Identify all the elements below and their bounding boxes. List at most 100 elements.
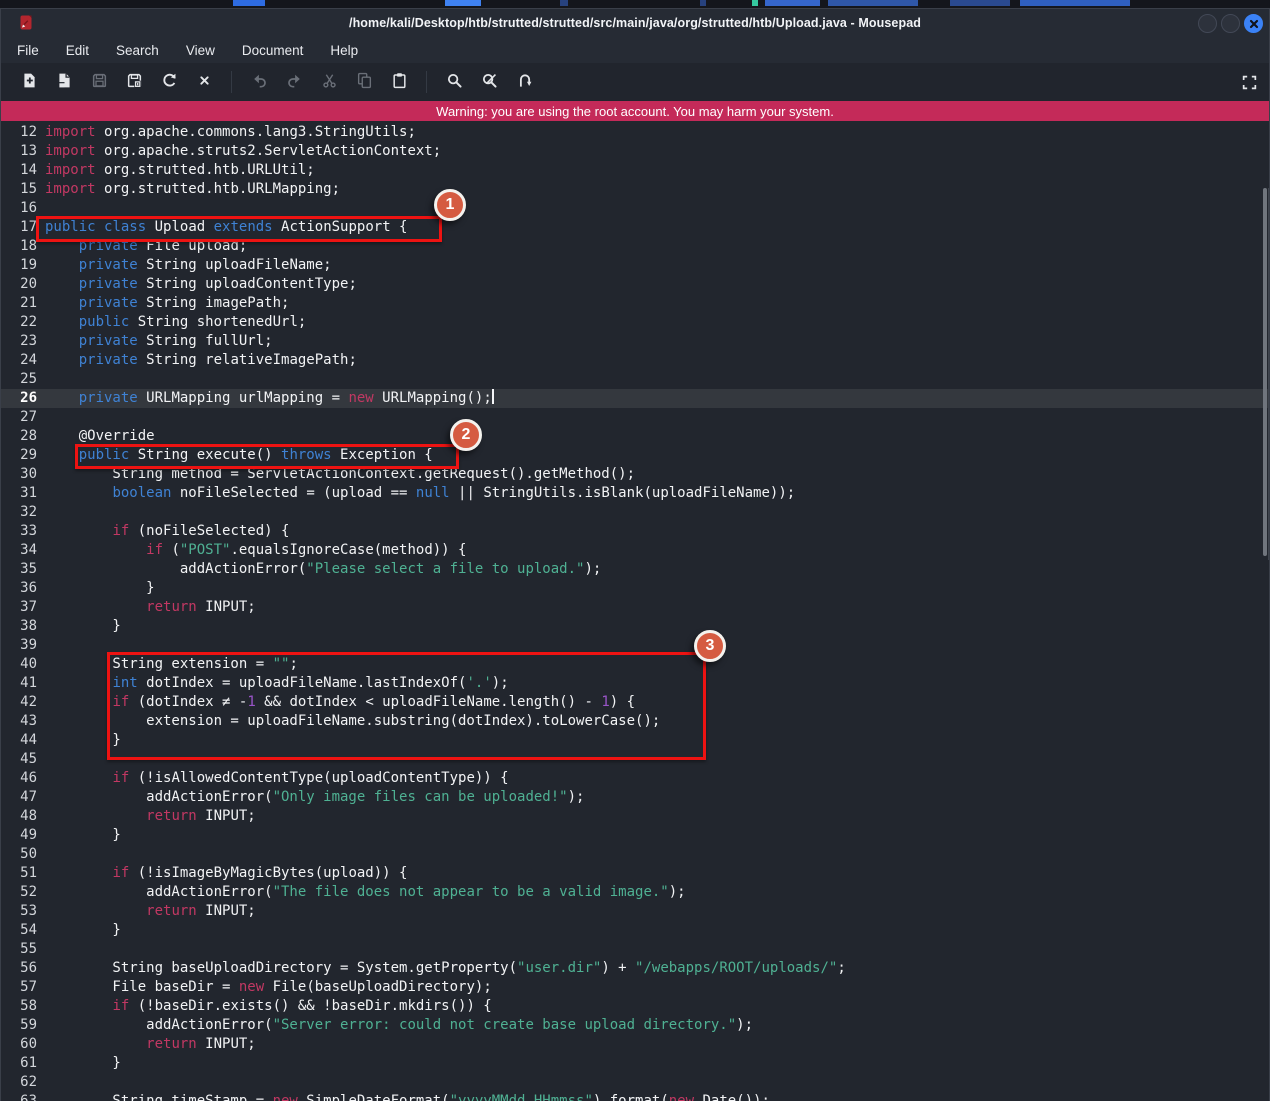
- maximize-button[interactable]: [1221, 14, 1240, 33]
- reload-icon: [161, 72, 178, 92]
- cut-button[interactable]: [318, 71, 340, 93]
- reload-button[interactable]: [158, 71, 180, 93]
- titlebar[interactable]: /home/kali/Desktop/htb/strutted/strutted…: [1, 9, 1269, 37]
- code-line-63: 63 String timeStamp = new SimpleDateForm…: [1, 1092, 1269, 1101]
- code-line-26: 26 private URLMapping urlMapping = new U…: [1, 389, 1269, 408]
- close-button[interactable]: [1244, 14, 1263, 33]
- line-number: 28: [1, 427, 37, 446]
- code-line-58: 58 if (!baseDir.exists() && !baseDir.mkd…: [1, 997, 1269, 1016]
- fullscreen-button[interactable]: [1238, 71, 1260, 93]
- code-line-49: 49 }: [1, 826, 1269, 845]
- line-number: 33: [1, 522, 37, 541]
- line-number: 48: [1, 807, 37, 826]
- line-number: 44: [1, 731, 37, 750]
- line-number: 56: [1, 959, 37, 978]
- menu-item-file[interactable]: File: [17, 43, 39, 58]
- toolbar: [1, 63, 1269, 101]
- code-line-51: 51 if (!isImageByMagicBytes(upload)) {: [1, 864, 1269, 883]
- code-editor[interactable]: 12import org.apache.commons.lang3.String…: [1, 121, 1269, 1101]
- jump-to-button[interactable]: [513, 71, 535, 93]
- taskbar-fragment: [233, 0, 265, 6]
- line-number: 29: [1, 446, 37, 465]
- line-number: 42: [1, 693, 37, 712]
- open-document-icon: [56, 72, 73, 92]
- desktop-background-strip: [0, 0, 1270, 8]
- line-number: 62: [1, 1073, 37, 1092]
- line-number: 15: [1, 180, 37, 199]
- copy-icon: [356, 72, 373, 92]
- mousepad-app-icon: [18, 14, 34, 32]
- line-number: 14: [1, 161, 37, 180]
- code-line-37: 37 return INPUT;: [1, 598, 1269, 617]
- minimize-button[interactable]: [1198, 14, 1217, 33]
- taskbar-fragment: [752, 0, 758, 6]
- line-number: 57: [1, 978, 37, 997]
- line-number: 54: [1, 921, 37, 940]
- code-line-50: 50: [1, 845, 1269, 864]
- close-icon: [1249, 19, 1259, 29]
- line-number: 12: [1, 123, 37, 142]
- code-line-46: 46 if (!isAllowedContentType(uploadConte…: [1, 769, 1269, 788]
- line-number: 13: [1, 142, 37, 161]
- menubar: File Edit Search View Document Help: [1, 37, 1269, 63]
- new-document-button[interactable]: [18, 71, 40, 93]
- save-as-button[interactable]: [123, 71, 145, 93]
- code-line-36: 36 }: [1, 579, 1269, 598]
- line-number: 24: [1, 351, 37, 370]
- copy-button[interactable]: [353, 71, 375, 93]
- scrollbar-track: [1268, 188, 1269, 560]
- undo-icon: [251, 72, 268, 92]
- code-line-23: 23 private String fullUrl;: [1, 332, 1269, 351]
- scrollbar-thumb[interactable]: [1263, 188, 1267, 556]
- annotation-number-3: 3: [694, 630, 726, 662]
- menu-item-view[interactable]: View: [186, 43, 215, 58]
- annotation-number-2: 2: [450, 419, 482, 451]
- menu-item-search[interactable]: Search: [116, 43, 159, 58]
- line-number: 43: [1, 712, 37, 731]
- root-warning-banner: Warning: you are using the root account.…: [1, 101, 1269, 121]
- code-line-22: 22 public String shortenedUrl;: [1, 313, 1269, 332]
- code-line-60: 60 return INPUT;: [1, 1035, 1269, 1054]
- code-line-21: 21 private String imagePath;: [1, 294, 1269, 313]
- menu-item-document[interactable]: Document: [242, 43, 304, 58]
- menu-item-edit[interactable]: Edit: [66, 43, 89, 58]
- line-number: 20: [1, 275, 37, 294]
- line-number: 51: [1, 864, 37, 883]
- line-number: 37: [1, 598, 37, 617]
- close-file-button[interactable]: [193, 71, 215, 93]
- line-number: 39: [1, 636, 37, 655]
- line-number: 26: [1, 389, 37, 408]
- line-number: 30: [1, 465, 37, 484]
- line-number: 18: [1, 237, 37, 256]
- code-line-59: 59 addActionError("Server error: could n…: [1, 1016, 1269, 1035]
- find-replace-button[interactable]: [478, 71, 500, 93]
- toolbar-separator: [231, 71, 232, 93]
- code-line-14: 14import org.strutted.htb.URLUtil;: [1, 161, 1269, 180]
- code-line-27: 27: [1, 408, 1269, 427]
- open-document-button[interactable]: [53, 71, 75, 93]
- line-number: 25: [1, 370, 37, 389]
- line-number: 50: [1, 845, 37, 864]
- save-button[interactable]: [88, 71, 110, 93]
- mousepad-window: /home/kali/Desktop/htb/strutted/strutted…: [0, 8, 1270, 1101]
- code-line-20: 20 private String uploadContentType;: [1, 275, 1269, 294]
- window-title: /home/kali/Desktop/htb/strutted/strutted…: [1, 16, 1269, 30]
- window-buttons: [1198, 14, 1263, 33]
- cut-icon: [321, 72, 338, 92]
- jump-to-icon: [516, 72, 533, 92]
- line-number: 60: [1, 1035, 37, 1054]
- menu-item-help[interactable]: Help: [330, 43, 358, 58]
- paste-button[interactable]: [388, 71, 410, 93]
- redo-button[interactable]: [283, 71, 305, 93]
- code-line-54: 54 }: [1, 921, 1269, 940]
- code-line-24: 24 private String relativeImagePath;: [1, 351, 1269, 370]
- line-number: 22: [1, 313, 37, 332]
- toolbar-separator: [426, 71, 427, 93]
- line-number: 21: [1, 294, 37, 313]
- code-line-62: 62: [1, 1073, 1269, 1092]
- undo-button[interactable]: [248, 71, 270, 93]
- find-button[interactable]: [443, 71, 465, 93]
- warning-text: Warning: you are using the root account.…: [436, 104, 834, 119]
- code-line-35: 35 addActionError("Please select a file …: [1, 560, 1269, 579]
- line-number: 17: [1, 218, 37, 237]
